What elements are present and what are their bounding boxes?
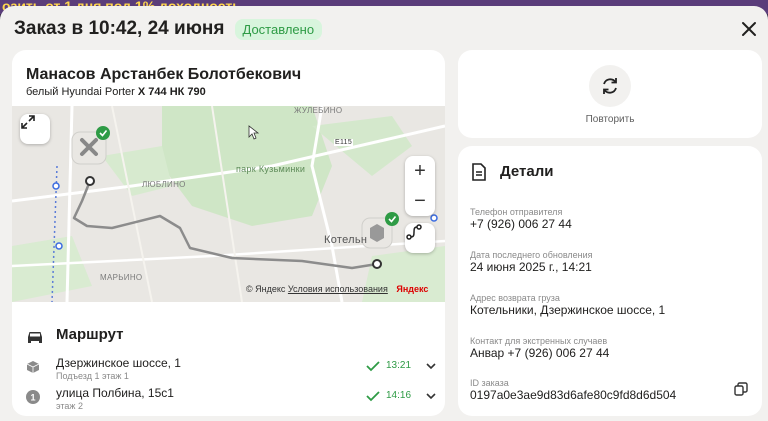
stop-details: Подъезд 1 этаж 1 <box>56 371 129 381</box>
car-model: белый Hyundai Porter <box>26 86 135 98</box>
emergency-contact-value: Анвар +7 (926) 006 27 44 <box>470 346 610 360</box>
return-address-value: Котельники, Дзержинское шоссе, 1 <box>470 303 666 317</box>
stop-details: этаж 2 <box>56 401 83 411</box>
driver-name: Манасов Арстанбек Болотбекович <box>26 66 302 83</box>
package-icon <box>26 361 40 373</box>
stop-number: 1 <box>30 393 35 403</box>
yandex-logo: Яндекс <box>396 284 429 294</box>
car-info: белый Hyundai Porter Х 744 НК 790 <box>26 86 206 98</box>
last-update-label: Дата последнего обновления <box>470 250 593 260</box>
map-label-kotelniki: Котельн <box>324 234 368 246</box>
route-start-point <box>85 176 95 186</box>
check-icon <box>366 361 380 372</box>
map-label-zhulebino: ЖУЛЕБИНО <box>294 106 343 115</box>
map-copyright: © Яндекс Условия использования Яндекс <box>246 284 428 294</box>
sender-phone-label: Телефон отправителя <box>470 207 563 217</box>
route-map[interactable]: ЖУЛЕБИНО парк Кузьминки ЛЮБЛИНО МАРЬИНО … <box>12 106 445 302</box>
map-canvas <box>12 106 445 302</box>
zoom-out-button[interactable]: − <box>405 186 435 216</box>
map-label-marino: МАРЬИНО <box>100 273 143 282</box>
delivery-marker-icon[interactable] <box>361 212 399 249</box>
driver-card: Манасов Арстанбек Болотбекович белый Hyu… <box>12 50 445 416</box>
route-title: Маршрут <box>56 326 124 343</box>
stop-address: улица Полбина, 15с1 <box>56 386 174 400</box>
map-label-road: E115 <box>334 139 354 146</box>
route-icon <box>406 224 422 240</box>
map-label-lyublino: ЛЮБЛИНО <box>142 180 186 189</box>
order-header: Заказ в 10:42, 24 июня Доставлено <box>14 14 323 44</box>
copyright-text: © Яндекс <box>246 284 286 294</box>
return-address-label: Адрес возврата груза <box>470 293 560 303</box>
sender-phone-value: +7 (926) 006 27 44 <box>470 217 572 231</box>
metro-station-icon <box>55 242 63 250</box>
details-title: Детали <box>500 163 554 180</box>
chevron-down-icon[interactable] <box>425 390 437 402</box>
stop-address: Дзержинское шоссе, 1 <box>56 356 181 370</box>
copy-icon[interactable] <box>734 382 748 396</box>
stop-number-icon: 1 <box>26 390 40 404</box>
check-icon <box>366 391 380 402</box>
chevron-down-icon[interactable] <box>425 360 437 372</box>
metro-station-icon <box>52 182 60 190</box>
last-update-value: 24 июня 2025 г., 14:21 <box>470 260 592 274</box>
car-plate: Х 744 НК 790 <box>137 86 206 98</box>
order-modal: Заказ в 10:42, 24 июня Доставлено Манасо… <box>0 6 768 421</box>
details-card: Детали Телефон отправителя +7 (926) 006 … <box>458 146 762 416</box>
repeat-label: Повторить <box>585 114 635 125</box>
zoom-controls: + − <box>405 156 435 216</box>
zoom-in-button[interactable]: + <box>405 156 435 186</box>
refresh-icon <box>603 78 617 94</box>
repeat-card: Повторить <box>458 50 762 138</box>
truck-icon <box>28 332 42 343</box>
route-stop[interactable]: Дзержинское шоссе, 1 Подъезд 1 этаж 1 13… <box>26 356 436 382</box>
order-title: Заказ в 10:42, 24 июня <box>14 18 225 39</box>
document-icon <box>472 163 486 181</box>
order-id-value: 0197a0e3ae9d83d6afe80c9fd8d6d504 <box>470 388 677 402</box>
repeat-button[interactable] <box>589 65 631 107</box>
route-view-button[interactable] <box>405 223 435 253</box>
status-badge: Доставлено <box>234 18 323 40</box>
terms-link[interactable]: Условия использования <box>288 284 388 294</box>
map-label-park: парк Кузьминки <box>236 164 306 174</box>
close-icon[interactable] <box>738 18 760 40</box>
stop-time: 14:16 <box>386 390 412 401</box>
emergency-contact-label: Контакт для экстренных случаев <box>470 336 608 346</box>
stop-time: 13:21 <box>386 360 412 371</box>
expand-icon <box>21 115 35 129</box>
order-id-label: ID заказа <box>470 378 509 388</box>
route-end-point <box>372 259 382 269</box>
pickup-marker-icon[interactable] <box>71 126 110 165</box>
expand-map-button[interactable] <box>20 114 50 144</box>
route-stop[interactable]: 1 улица Полбина, 15с1 этаж 2 14:16 <box>26 386 436 412</box>
